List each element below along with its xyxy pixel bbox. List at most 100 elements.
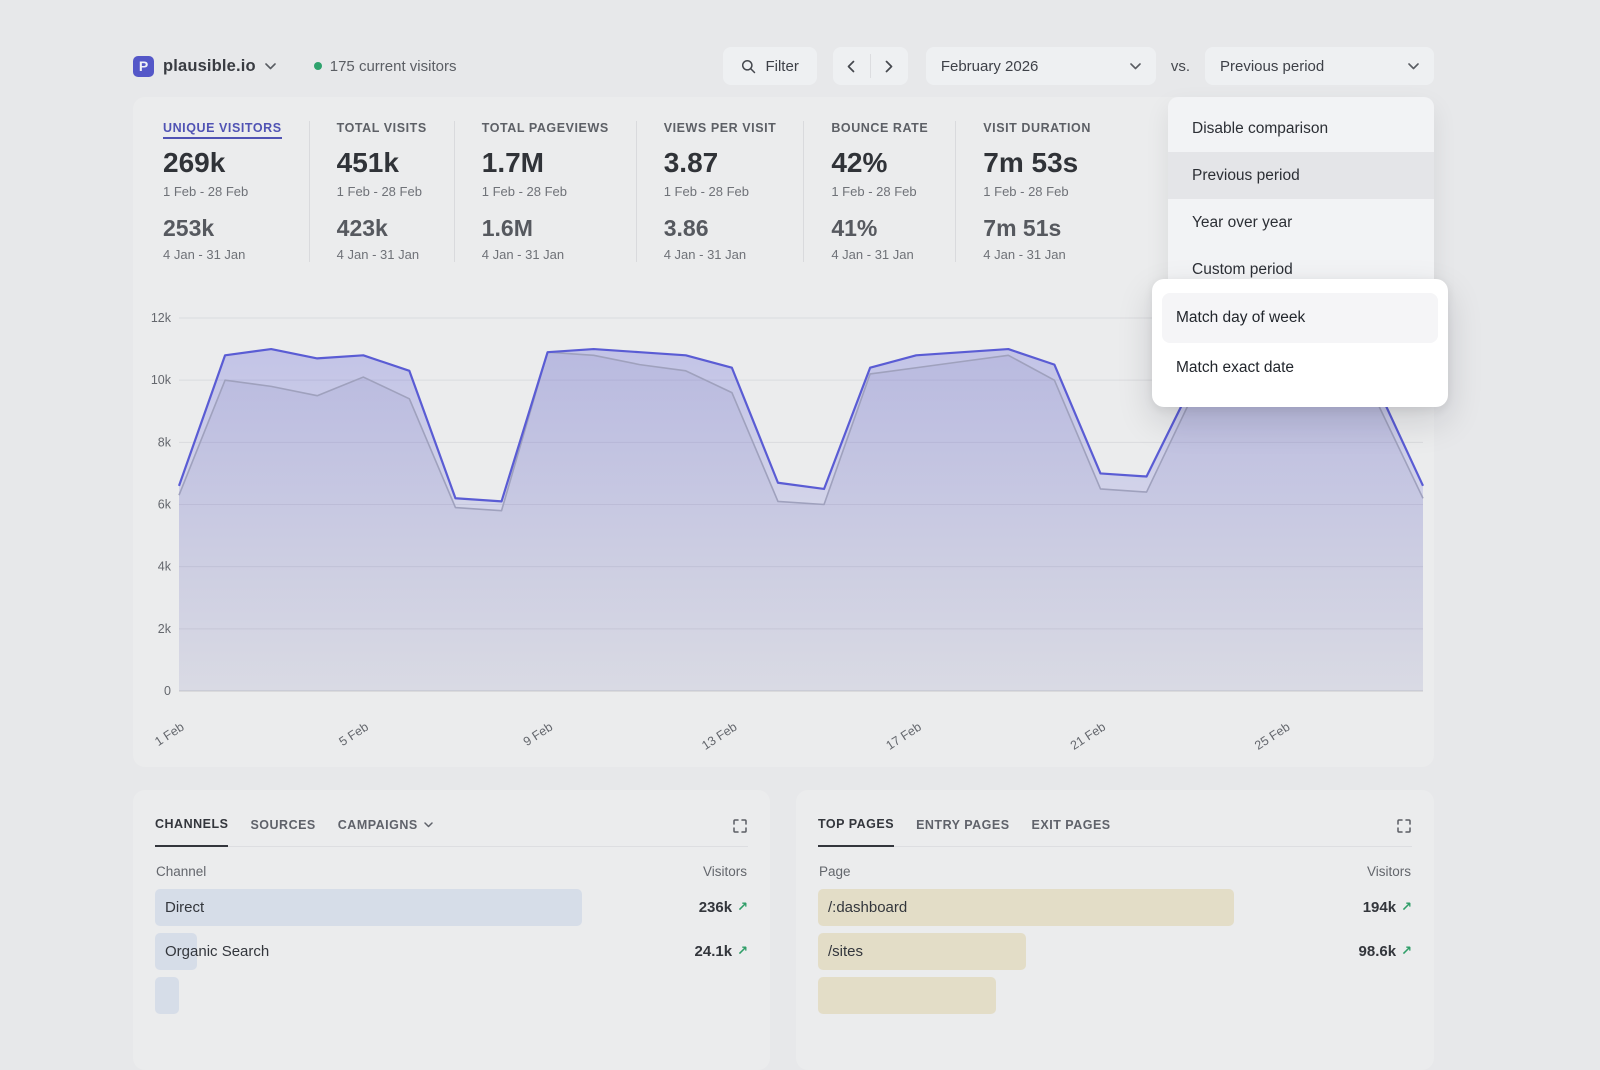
live-dot-icon — [314, 62, 322, 70]
table-row-partial — [818, 977, 1412, 1014]
svg-text:8k: 8k — [158, 435, 172, 449]
menu-item-disable-comparison[interactable]: Disable comparison — [1168, 105, 1434, 152]
column-headers: PageVisitors — [819, 864, 1411, 879]
svg-text:10k: 10k — [151, 373, 172, 387]
row-value: 24.1k↗ — [695, 943, 748, 960]
column-header-right: Visitors — [703, 864, 747, 879]
metric-previous-value: 253k — [163, 215, 282, 242]
chevron-left-icon — [847, 60, 855, 73]
metric-previous-range: 4 Jan - 31 Jan — [831, 247, 928, 262]
metric-bounce-rate[interactable]: BOUNCE RATE 42% 1 Feb - 28 Feb 41% 4 Jan - 3… — [803, 121, 955, 262]
expand-icon — [1396, 818, 1412, 834]
svg-text:0: 0 — [164, 684, 171, 698]
tab-campaigns[interactable]: CAMPAIGNS — [338, 818, 433, 846]
metric-previous-range: 4 Jan - 31 Jan — [163, 247, 282, 262]
metric-previous-value: 1.6M — [482, 215, 609, 242]
metric-range: 1 Feb - 28 Feb — [163, 184, 282, 199]
filter-button[interactable]: Filter — [723, 47, 816, 85]
metric-unique-visitors[interactable]: UNIQUE VISITORS 269k 1 Feb - 28 Feb 253k 4 J… — [163, 121, 309, 262]
metric-value: 1.7M — [482, 147, 609, 179]
tab-top-pages[interactable]: TOP PAGES — [818, 817, 894, 847]
pages-panel: TOP PAGES ENTRY PAGES EXIT PAGES PageVisito… — [796, 790, 1434, 1070]
metric-previous-value: 7m 51s — [983, 215, 1091, 242]
site-picker[interactable]: P plausible.io — [133, 56, 276, 77]
vs-label: vs. — [1171, 58, 1190, 75]
metric-previous-value: 423k — [337, 215, 427, 242]
panel-tabs: TOP PAGES ENTRY PAGES EXIT PAGES — [818, 790, 1412, 847]
plausible-logo-icon: P — [133, 56, 154, 77]
menu-item-previous-period[interactable]: Previous period — [1168, 152, 1434, 199]
prev-period-button[interactable] — [833, 47, 870, 85]
menu-item-year-over-year[interactable]: Year over year — [1168, 199, 1434, 246]
row-bar — [818, 977, 996, 1014]
metric-total-pageviews[interactable]: TOTAL PAGEVIEWS1.7M1 Feb - 28 Feb1.6M4 J… — [454, 121, 636, 262]
metric-previous-value: 41% — [831, 215, 928, 242]
table-row-direct[interactable]: Direct 236k↗ — [155, 889, 748, 926]
metric-previous-value: 3.86 — [664, 215, 777, 242]
metric-label: UNIQUE VISITORS — [163, 121, 282, 135]
row-bar — [155, 889, 582, 926]
row-label: /:dashboard — [828, 899, 907, 916]
svg-text:13 Feb: 13 Feb — [699, 720, 739, 753]
metric-total-visits[interactable]: TOTAL VISITS451k1 Feb - 28 Feb423k4 Jan … — [309, 121, 454, 262]
metric-range: 1 Feb - 28 Feb — [831, 184, 928, 199]
tab-exit-pages[interactable]: EXIT PAGES — [1032, 818, 1111, 846]
current-visitors[interactable]: 175 current visitors — [314, 58, 457, 75]
trend-up-icon: ↗ — [1401, 944, 1412, 959]
chevron-down-icon — [1130, 63, 1141, 70]
submenu-item-match-exact-date[interactable]: Match exact date — [1162, 343, 1438, 393]
search-icon — [741, 59, 756, 74]
tab-channels[interactable]: CHANNELS — [155, 817, 228, 847]
comparison-select[interactable]: Previous period — [1205, 47, 1434, 85]
metric-value: 269k — [163, 147, 282, 179]
comparison-match-submenu: Match day of weekMatch exact date — [1152, 279, 1448, 407]
metrics-row: UNIQUE VISITORS 269k 1 Feb - 28 Feb 253k 4 J… — [163, 121, 1118, 262]
tab-label: EXIT PAGES — [1032, 818, 1111, 832]
metric-label: BOUNCE RATE — [831, 121, 928, 135]
row-label: Direct — [165, 899, 204, 916]
expand-panel-button[interactable] — [732, 818, 748, 846]
table-row-dashboard[interactable]: /:dashboard194k↗ — [818, 889, 1412, 926]
tab-label: SOURCES — [250, 818, 315, 832]
tab-label: CAMPAIGNS — [338, 818, 418, 832]
metric-range: 1 Feb - 28 Feb — [983, 184, 1091, 199]
tab-label: TOP PAGES — [818, 817, 894, 831]
svg-text:1 Feb: 1 Feb — [152, 720, 186, 749]
tab-label: CHANNELS — [155, 817, 228, 831]
row-value: 98.6k↗ — [1359, 943, 1412, 960]
table-row-organic-search[interactable]: Organic Search24.1k↗ — [155, 933, 748, 970]
trend-up-icon: ↗ — [1401, 900, 1412, 915]
svg-text:17 Feb: 17 Feb — [884, 720, 924, 753]
chevron-down-icon — [424, 822, 433, 828]
submenu-item-match-day-of-week[interactable]: Match day of week — [1162, 293, 1438, 343]
metric-value: 42% — [831, 147, 928, 179]
tab-entry-pages[interactable]: ENTRY PAGES — [916, 818, 1009, 846]
comparison-label: Previous period — [1220, 58, 1324, 75]
trend-up-icon: ↗ — [737, 944, 748, 959]
tab-sources[interactable]: SOURCES — [250, 818, 315, 846]
expand-panel-button[interactable] — [1396, 818, 1412, 846]
metric-visit-duration[interactable]: VISIT DURATION 7m 53s 1 Feb - 28 Feb 7m 51s… — [955, 121, 1118, 262]
metric-previous-range: 4 Jan - 31 Jan — [482, 247, 609, 262]
metric-previous-range: 4 Jan - 31 Jan — [337, 247, 427, 262]
column-header-left: Page — [819, 864, 851, 879]
panel-rows: /:dashboard194k↗ /sites98.6k↗ — [818, 889, 1412, 1014]
metric-value: 7m 53s — [983, 147, 1091, 179]
next-period-button[interactable] — [871, 47, 908, 85]
topbar: P plausible.io 175 current visitors Filt… — [133, 46, 1434, 86]
period-select[interactable]: February 2026 — [926, 47, 1156, 85]
row-value: 236k↗ — [699, 899, 748, 916]
svg-text:4k: 4k — [158, 560, 172, 574]
table-row-sites[interactable]: /sites98.6k↗ — [818, 933, 1412, 970]
chevron-down-icon — [265, 63, 276, 70]
metric-previous-range: 4 Jan - 31 Jan — [983, 247, 1091, 262]
svg-text:2k: 2k — [158, 622, 172, 636]
metric-label: VISIT DURATION — [983, 121, 1091, 135]
filter-label: Filter — [765, 58, 798, 75]
column-headers: ChannelVisitors — [156, 864, 747, 879]
metric-views-per-visit[interactable]: VIEWS PER VISIT3.871 Feb - 28 Feb3.864 J… — [636, 121, 804, 262]
tab-label: ENTRY PAGES — [916, 818, 1009, 832]
metric-label: VIEWS PER VISIT — [664, 121, 777, 135]
period-label: February 2026 — [941, 58, 1039, 75]
chevron-right-icon — [885, 60, 893, 73]
